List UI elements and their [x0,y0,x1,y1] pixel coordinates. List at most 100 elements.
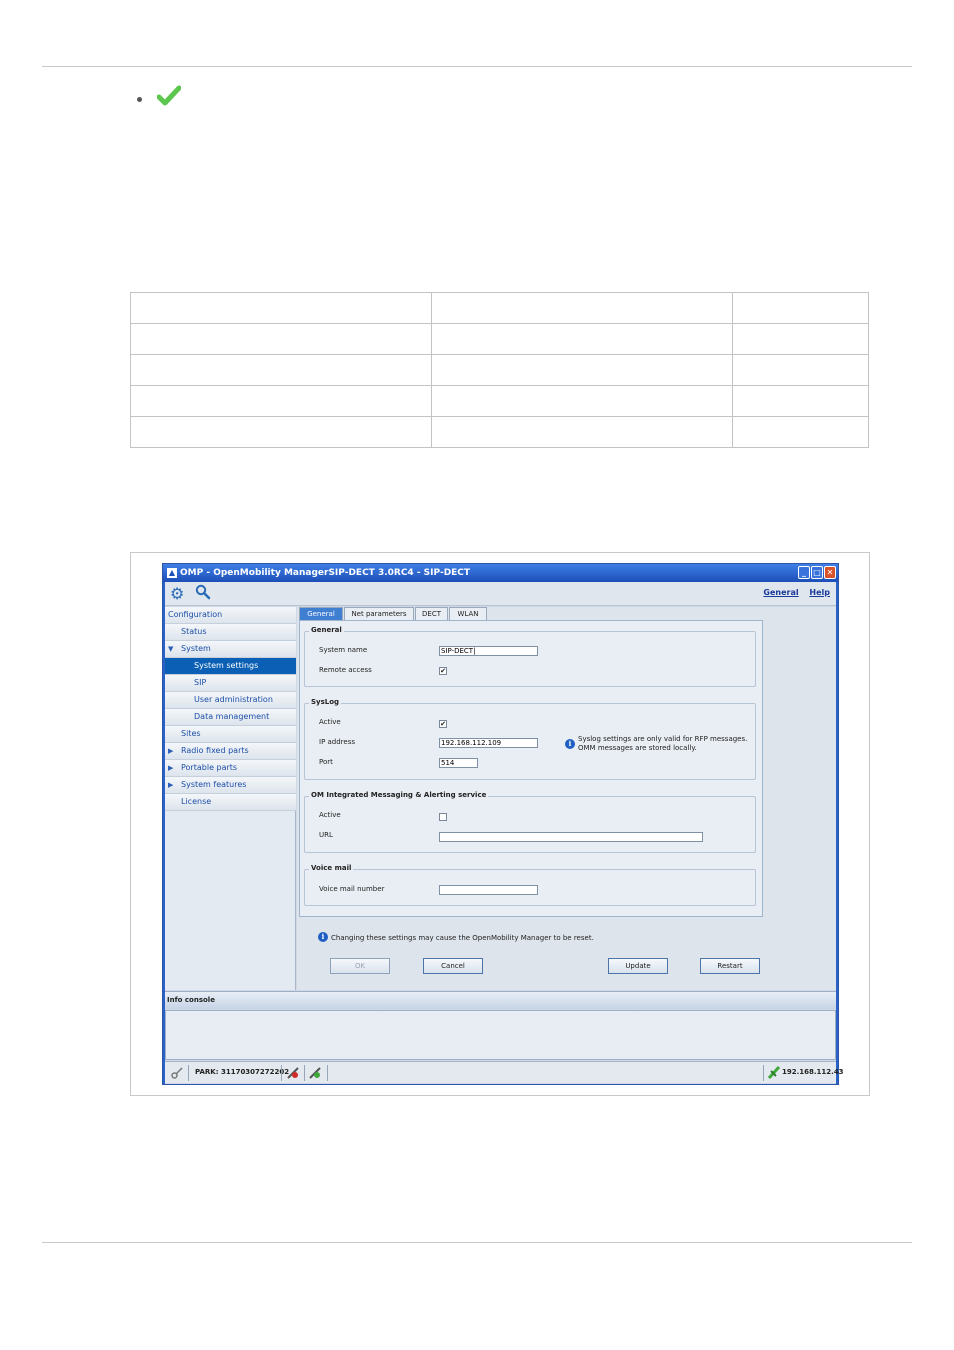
sidebar-item-radio-fixed-parts[interactable]: ▶ Radio fixed parts [165,743,296,760]
list-bullet [137,97,142,102]
sidebar-item-system[interactable]: ▼ System [165,641,296,658]
sidebar-item-status[interactable]: Status [165,624,296,641]
plug-connected-icon [768,1066,780,1079]
update-button[interactable]: Update [608,958,668,974]
sidebar-item-user-administration[interactable]: User administration [165,692,296,709]
toolbar: ⚙ General Help [165,582,836,606]
help-link[interactable]: Help [809,588,830,597]
separator [304,1065,305,1081]
table-row [130,416,869,448]
table-row [130,354,869,386]
voice-mail-number-field[interactable] [439,885,538,895]
table-row [130,292,869,324]
sidebar-item-system-settings[interactable]: System settings [165,658,296,675]
ip-address-field[interactable]: 192.168.112.109 [439,738,538,748]
maximize-button[interactable]: □ [811,566,823,579]
system-name-field[interactable]: SIP-DECT| [439,646,538,656]
syslog-active-label: Active [319,718,341,726]
sidebar-item-label: System settings [194,661,259,670]
separator [327,1065,328,1081]
syslog-active-checkbox[interactable]: ✔ [439,720,447,728]
connection-warning-icon[interactable] [286,1066,300,1080]
empty-table [130,292,869,448]
document-page: ▲ OMP - OpenMobility ManagerSIP-DECT 3.0… [0,0,954,1350]
sidebar-item-label: Sites [181,729,201,738]
table-cell [431,323,733,355]
messaging-active-checkbox[interactable] [439,813,447,821]
reset-warning: Changing these settings may cause the Op… [331,934,594,942]
caret-right-icon[interactable]: ▶ [168,743,173,759]
port-field[interactable]: 514 [439,758,478,768]
sidebar-item-data-management[interactable]: Data management [165,709,296,726]
info-icon: i [565,739,575,749]
separator [188,1065,189,1081]
separator [281,1065,282,1081]
table-cell [130,323,432,355]
info-console-header[interactable]: Info console [165,991,836,1009]
remote-access-checkbox[interactable]: ✔ [439,667,447,675]
sidebar-item-portable-parts[interactable]: ▶ Portable parts [165,760,296,777]
sidebar-item-sip[interactable]: SIP [165,675,296,692]
sidebar-item-label: License [181,797,212,806]
field-value: SIP-DECT [441,647,474,655]
messaging-active-label: Active [319,811,341,819]
general-group: General System name SIP-DECT| Remote acc… [304,626,756,687]
info-console [165,1010,836,1060]
search-icon[interactable] [195,584,211,600]
system-name-label: System name [319,646,368,654]
sidebar-item-sites[interactable]: Sites [165,726,296,743]
title-bar[interactable]: ▲ OMP - OpenMobility ManagerSIP-DECT 3.0… [163,564,838,582]
table-cell [431,416,733,448]
sidebar-item-label: Configuration [168,610,223,619]
settings-content: General Net parameters DECT WLAN General… [297,607,836,990]
sidebar-item-system-features[interactable]: ▶ System features [165,777,296,794]
tab-net-parameters[interactable]: Net parameters [344,607,414,620]
messaging-group: OM Integrated Messaging & Alerting servi… [304,791,756,853]
ok-button[interactable]: OK [330,958,390,974]
syslog-group: SysLog Active ✔ IP address 192.168.112.1… [304,698,756,780]
minimize-button[interactable]: _ [798,566,810,579]
sidebar-item-license[interactable]: License [165,794,296,811]
top-links: General Help [755,588,830,597]
green-checkmark-icon [157,85,181,106]
sidebar-item-label: System features [181,780,247,789]
caret-right-icon[interactable]: ▶ [168,760,173,776]
restart-button[interactable]: Restart [700,958,760,974]
footer-rule [42,1242,912,1243]
syslog-info-line1: Syslog settings are only valid for RFP m… [578,735,748,743]
table-cell [130,292,432,324]
general-link[interactable]: General [763,588,798,597]
cancel-button[interactable]: Cancel [423,958,483,974]
sidebar-item-configuration[interactable]: Configuration [165,607,296,624]
info-console-title: Info console [167,996,215,1004]
caret-down-icon[interactable]: ▼ [168,641,173,657]
sidebar-item-label: System [181,644,211,653]
caret-right-icon[interactable]: ▶ [168,777,173,793]
tab-general[interactable]: General [299,607,343,620]
table-cell [130,385,432,417]
connection-ok-icon[interactable] [308,1066,322,1080]
sidebar-item-label: Data management [194,712,270,721]
table-cell [431,354,733,386]
info-icon: i [318,932,328,942]
gear-icon[interactable]: ⚙ [170,586,184,602]
tab-panel: General System name SIP-DECT| Remote acc… [299,620,763,917]
table-row [130,385,869,417]
table-cell [732,416,869,448]
sidebar-item-label: Status [181,627,207,636]
url-label: URL [319,831,333,839]
sidebar-item-label: SIP [194,678,207,687]
sidebar: Configuration Status ▼ System System sett… [165,607,296,990]
table-cell [732,385,869,417]
ip-address-label: IP address [319,738,356,746]
close-button[interactable]: ✕ [824,566,836,579]
table-cell [431,385,733,417]
key-icon [171,1067,183,1079]
table-row [130,323,869,355]
tab-wlan[interactable]: WLAN [449,607,487,620]
tab-dect[interactable]: DECT [415,607,448,620]
url-field[interactable] [439,832,703,842]
group-title: SysLog [309,698,342,706]
group-title: OM Integrated Messaging & Alerting servi… [309,791,489,799]
omp-window: ▲ OMP - OpenMobility ManagerSIP-DECT 3.0… [162,563,844,1085]
